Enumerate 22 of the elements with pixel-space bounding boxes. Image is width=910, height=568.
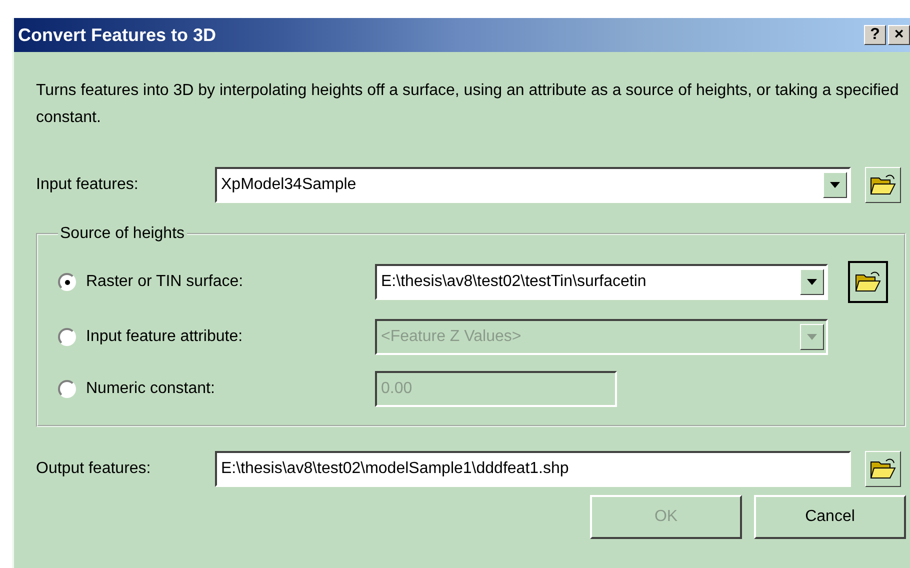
dropdown-field[interactable]: E:\thesis\av8\test02\testTin\surfacetin bbox=[375, 264, 828, 300]
caret-icon bbox=[807, 334, 817, 340]
close-button[interactable]: × bbox=[888, 25, 910, 45]
option-label: Raster or TIN surface: bbox=[86, 273, 244, 291]
browse-button[interactable] bbox=[848, 261, 888, 303]
input-features-dropdown[interactable]: XpModel34Sample bbox=[215, 167, 851, 203]
caret-icon bbox=[807, 279, 817, 285]
caret-icon bbox=[830, 182, 840, 188]
field-label: Input features: bbox=[36, 176, 140, 194]
output-features-field[interactable]: E:\thesis\av8\test02\modelSample1\dddfeat1.shp bbox=[215, 451, 851, 487]
group-legend: Source of heights bbox=[58, 225, 187, 243]
folder-icon bbox=[870, 174, 896, 196]
window-title: Convert Features to 3D bbox=[18, 24, 218, 46]
description-text: Turns features into 3D by interpolating heights off a surface, using an attribute as a source of heights, or taking a specified constant. bbox=[36, 81, 900, 128]
option-label: Input feature attribute: bbox=[86, 328, 244, 346]
folder-icon bbox=[855, 271, 881, 293]
radio-button[interactable] bbox=[58, 273, 76, 291]
field-label: Output features: bbox=[36, 460, 152, 478]
cancel-button[interactable]: Cancel bbox=[754, 495, 906, 539]
help-button[interactable]: ? bbox=[864, 25, 886, 45]
folder-icon bbox=[870, 458, 896, 480]
option-label: Numeric constant: bbox=[86, 380, 216, 398]
